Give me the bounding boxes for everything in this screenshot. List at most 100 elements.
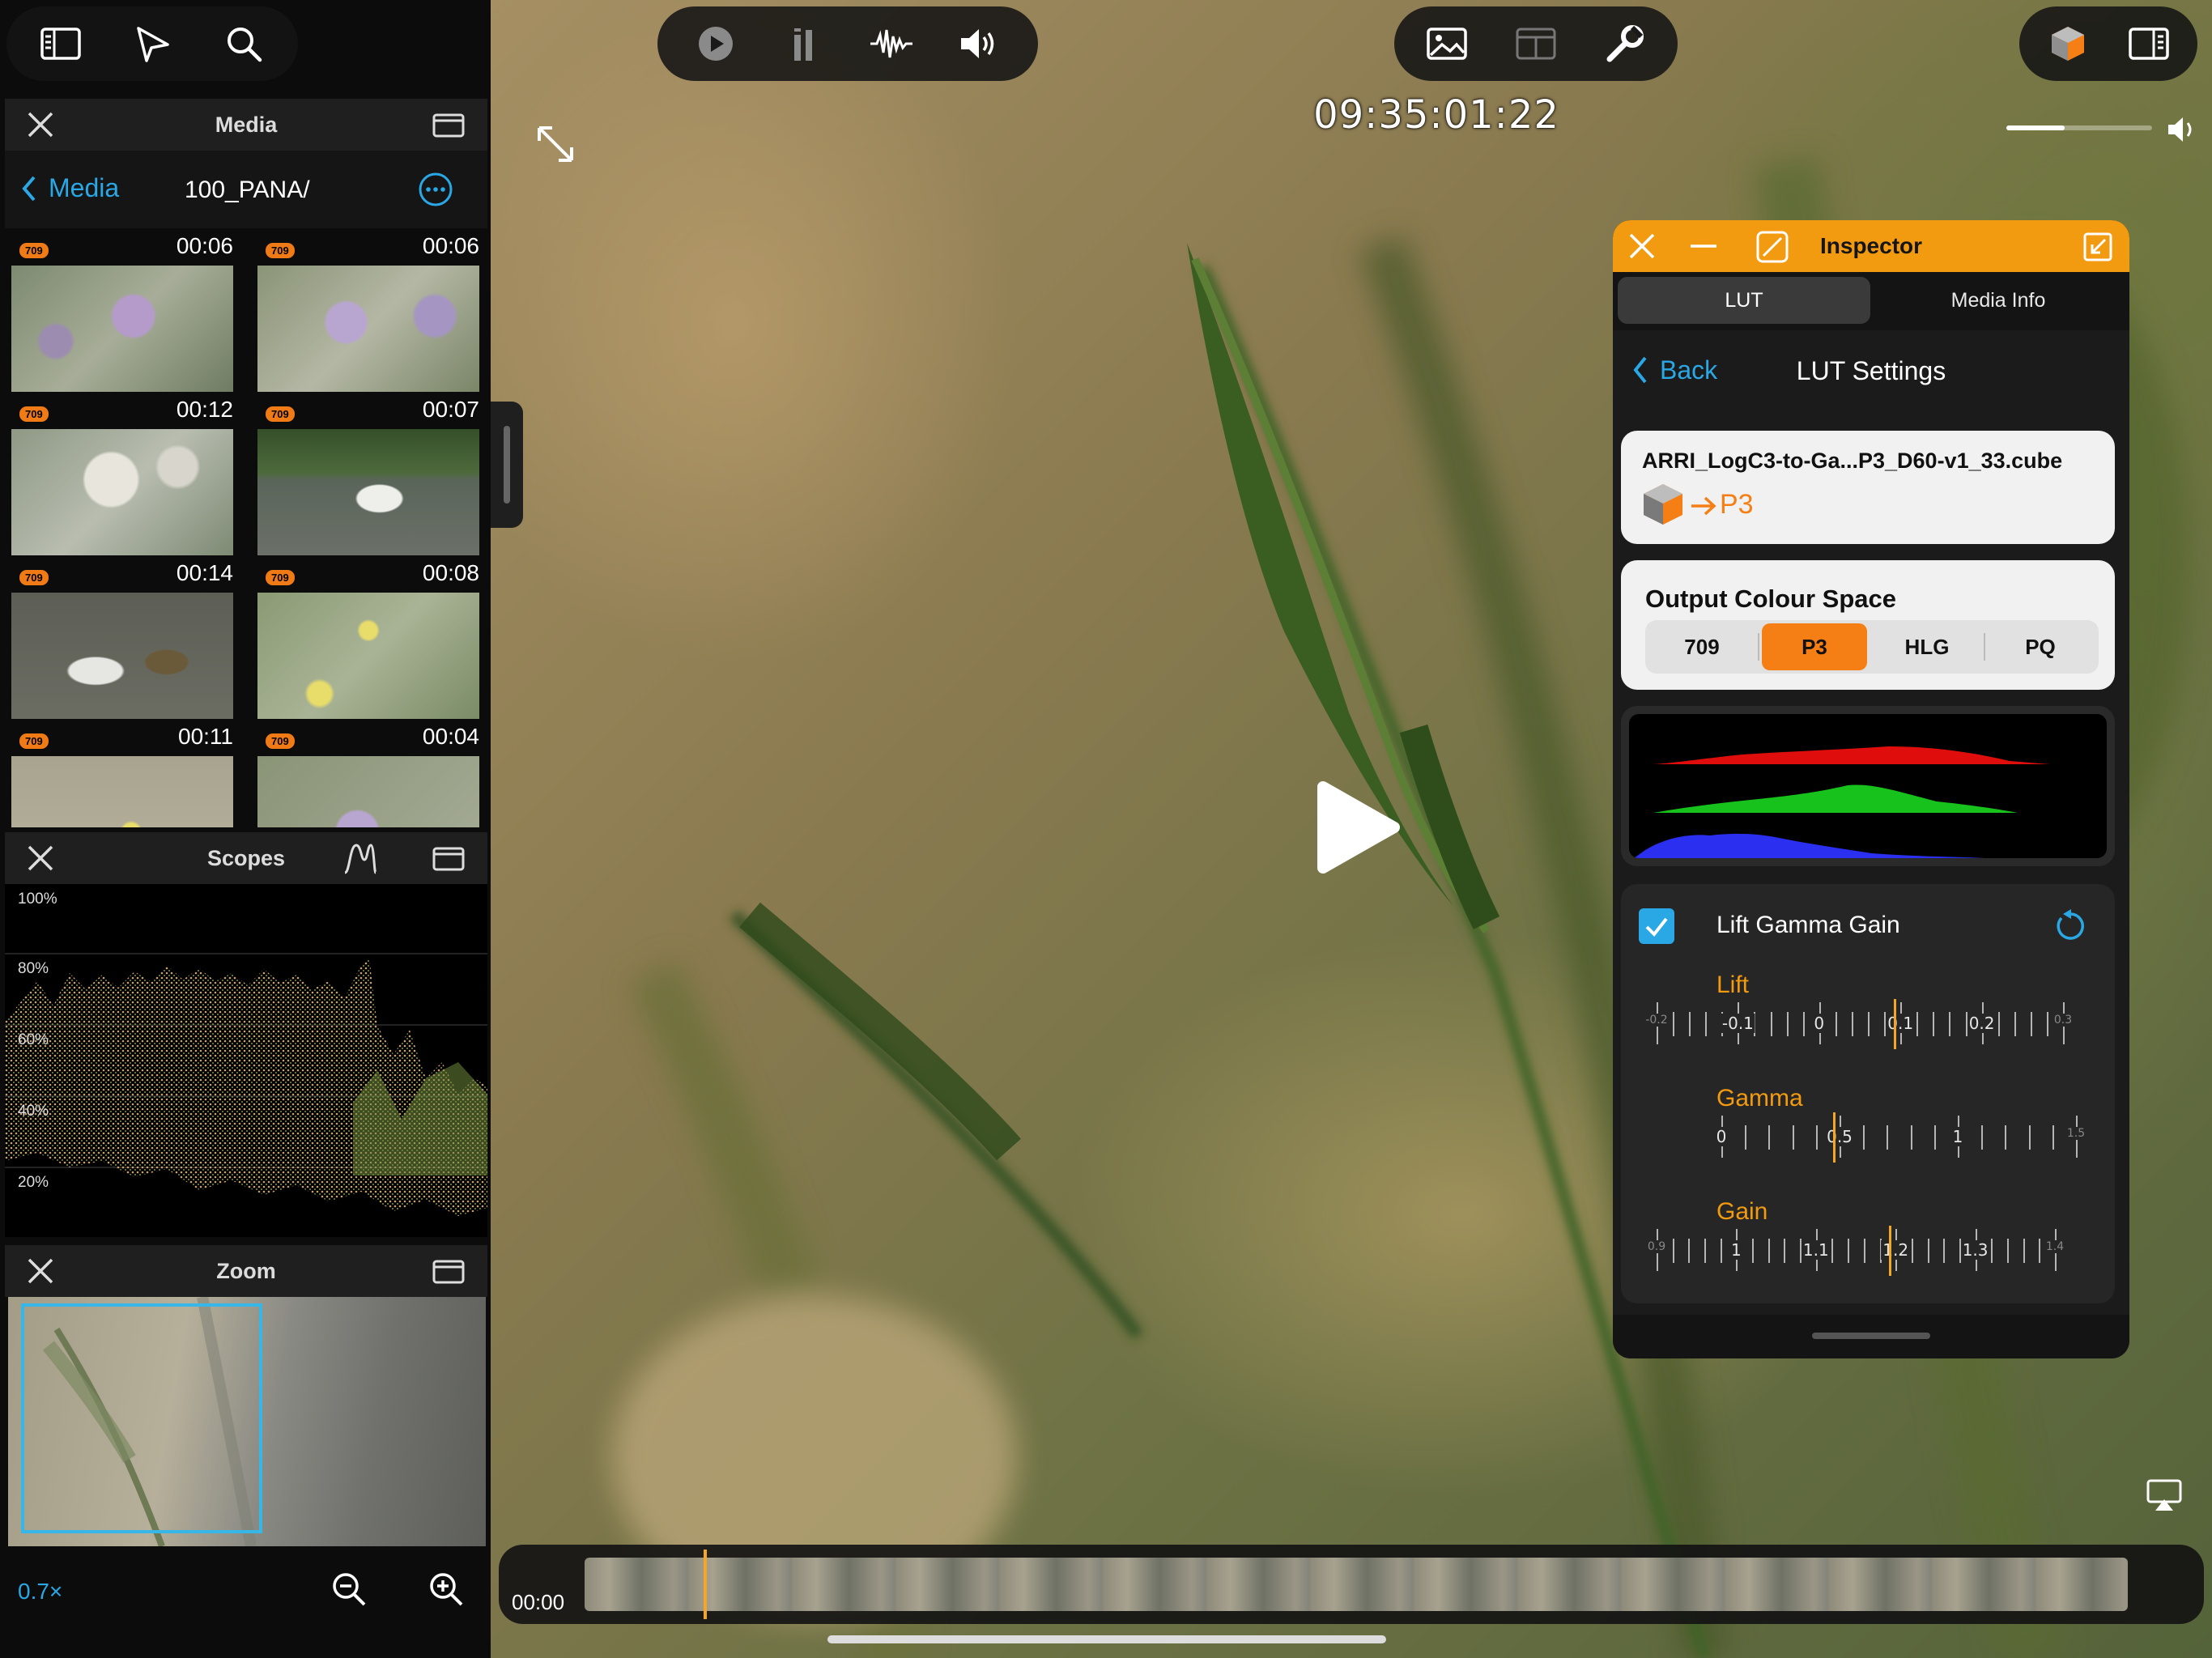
sidebar-icon[interactable] (20, 3, 101, 84)
resize-icon[interactable] (1755, 230, 1789, 264)
scope-level-label: 100% (18, 891, 57, 908)
output-option-p3[interactable]: P3 (1762, 623, 1867, 670)
lgg-checkbox[interactable] (1639, 908, 1674, 944)
zoom-in-icon[interactable] (428, 1571, 465, 1608)
clip-duration: 00:08 (422, 560, 479, 585)
zoom-panel-title: Zoom (216, 1258, 276, 1283)
window-icon[interactable] (432, 113, 465, 138)
gamma-tick-label: 0.5 (1825, 1127, 1854, 1146)
more-options-icon[interactable] (418, 172, 453, 207)
close-icon[interactable] (1627, 232, 1657, 261)
dock-icon[interactable] (2082, 232, 2113, 262)
gamma-value-cursor[interactable] (1833, 1112, 1836, 1163)
lift-minor-tick (2014, 1012, 2016, 1036)
close-icon[interactable] (26, 1256, 55, 1286)
tab-lut[interactable]: LUT (1618, 277, 1870, 324)
expand-icon[interactable] (534, 123, 576, 165)
inspector-bottom-bar (1613, 1315, 2129, 1358)
clip-duration: 00:11 (178, 724, 233, 749)
zoom-out-icon[interactable] (330, 1571, 368, 1608)
media-panel-title: Media (215, 112, 278, 137)
clip-thumbnail[interactable]: 709 00:07 (257, 392, 479, 555)
panel-resize-grip (504, 426, 510, 504)
gain-tick-label: 1 (1729, 1240, 1743, 1260)
gain-tick-label: 0.9 (1645, 1240, 1668, 1253)
zoom-preview[interactable] (8, 1297, 486, 1546)
speaker-icon[interactable] (2165, 113, 2197, 146)
waveform-scope-icon[interactable] (342, 840, 377, 876)
zoom-region-frame[interactable] (21, 1303, 262, 1533)
folder-path: 100_PANA/ (185, 176, 310, 203)
gamma-minor-tick (1745, 1125, 1747, 1150)
panel-resize-handle[interactable] (491, 402, 523, 528)
gain-slider[interactable]: 0.9 1 1.1 1.2 1.3 1.4 (1645, 1226, 2091, 1286)
clip-badge: 709 (266, 570, 295, 585)
clip-thumbnail[interactable]: 709 00:08 (257, 555, 479, 719)
clip-duration: 00:06 (422, 233, 479, 258)
lut-cube-icon[interactable] (2027, 3, 2108, 84)
clip-image (11, 756, 233, 827)
lut-filename: ARRI_LogC3-to-Ga...P3_D60-v1_33.cube (1642, 449, 2063, 473)
toolbar-right (1394, 6, 1678, 81)
lift-minor-tick (1997, 1012, 2000, 1036)
lift-slider[interactable]: -0.2 -0.1 0 0.1 0.2 0.3 (1644, 999, 2091, 1059)
output-option-hlg[interactable]: HLG (1874, 623, 1980, 670)
clip-thumbnail[interactable]: 709 00:06 (257, 228, 479, 392)
window-icon[interactable] (432, 1260, 465, 1284)
gain-value-cursor[interactable] (1889, 1226, 1892, 1276)
lift-minor-tick (1868, 1012, 1870, 1036)
chevron-left-icon (22, 176, 36, 201)
window-icon[interactable] (432, 847, 465, 871)
clip-badge: 709 (19, 406, 49, 422)
search-icon[interactable] (203, 3, 284, 84)
speaker-icon[interactable] (939, 3, 1020, 84)
output-option-pq[interactable]: PQ (1987, 623, 2094, 670)
close-icon[interactable] (26, 110, 55, 139)
image-icon[interactable] (1406, 3, 1487, 84)
clip-thumbnail[interactable]: 709 00:12 (11, 392, 233, 555)
output-option-709[interactable]: 709 (1648, 623, 1755, 670)
clip-duration: 00:07 (422, 397, 479, 422)
lift-tick-label: -0.2 (1644, 1014, 1670, 1027)
volume-slider[interactable] (2006, 125, 2152, 132)
zoom-level[interactable]: 0.7× (18, 1579, 62, 1605)
close-icon[interactable] (26, 844, 55, 873)
media-back-button[interactable]: Media (19, 173, 119, 203)
gain-minor-tick (1927, 1239, 1929, 1263)
clip-thumbnail[interactable]: 709 00:06 (11, 228, 233, 392)
lift-value-cursor[interactable] (1894, 999, 1897, 1049)
gamma-slider[interactable]: 0 0.5 1 1.5 (1645, 1112, 2091, 1172)
gamma-minor-tick (2005, 1125, 2007, 1150)
reset-icon[interactable] (2052, 907, 2087, 944)
media-back-label: Media (49, 173, 120, 202)
waveform-icon[interactable] (851, 3, 932, 84)
gain-minor-tick (1752, 1239, 1755, 1263)
right-sidebar-icon[interactable] (2108, 3, 2189, 84)
airplay-icon[interactable] (2146, 1478, 2183, 1512)
scopes-panel-title: Scopes (206, 845, 286, 870)
tab-media-info[interactable]: Media Info (1872, 277, 2125, 324)
lift-minor-tick (1802, 1012, 1805, 1036)
clip-thumbnail[interactable]: 709 00:11 (11, 719, 233, 827)
clip-image (11, 266, 233, 392)
navigation-icon[interactable] (112, 3, 193, 84)
checkmark-icon (1645, 917, 1668, 937)
play-icon[interactable] (1313, 779, 1402, 876)
sheet-grabber[interactable] (1812, 1333, 1930, 1339)
layout-icon[interactable] (1495, 3, 1576, 84)
clip-thumbnail[interactable]: 709 00:14 (11, 555, 233, 719)
lut-file-card[interactable]: ARRI_LogC3-to-Ga...P3_D60-v1_33.cube P3 (1621, 431, 2115, 544)
wrench-icon[interactable] (1585, 3, 1665, 84)
gain-tick-label: 1.1 (1801, 1240, 1831, 1260)
gain-minor-tick (1672, 1239, 1674, 1263)
clip-duration: 00:04 (422, 724, 479, 749)
timeline[interactable]: 00:00 (499, 1545, 2204, 1624)
playhead[interactable] (703, 1550, 707, 1619)
gain-tick-label: 1.3 (1960, 1240, 1990, 1260)
minimize-icon[interactable] (1687, 232, 1720, 261)
gain-minor-tick (1784, 1239, 1786, 1263)
timeline-filmstrip[interactable] (585, 1558, 2128, 1611)
audio-meter-icon[interactable] (764, 3, 844, 84)
clip-thumbnail[interactable]: 709 00:04 (257, 719, 479, 827)
play-circle-icon[interactable] (675, 3, 756, 84)
